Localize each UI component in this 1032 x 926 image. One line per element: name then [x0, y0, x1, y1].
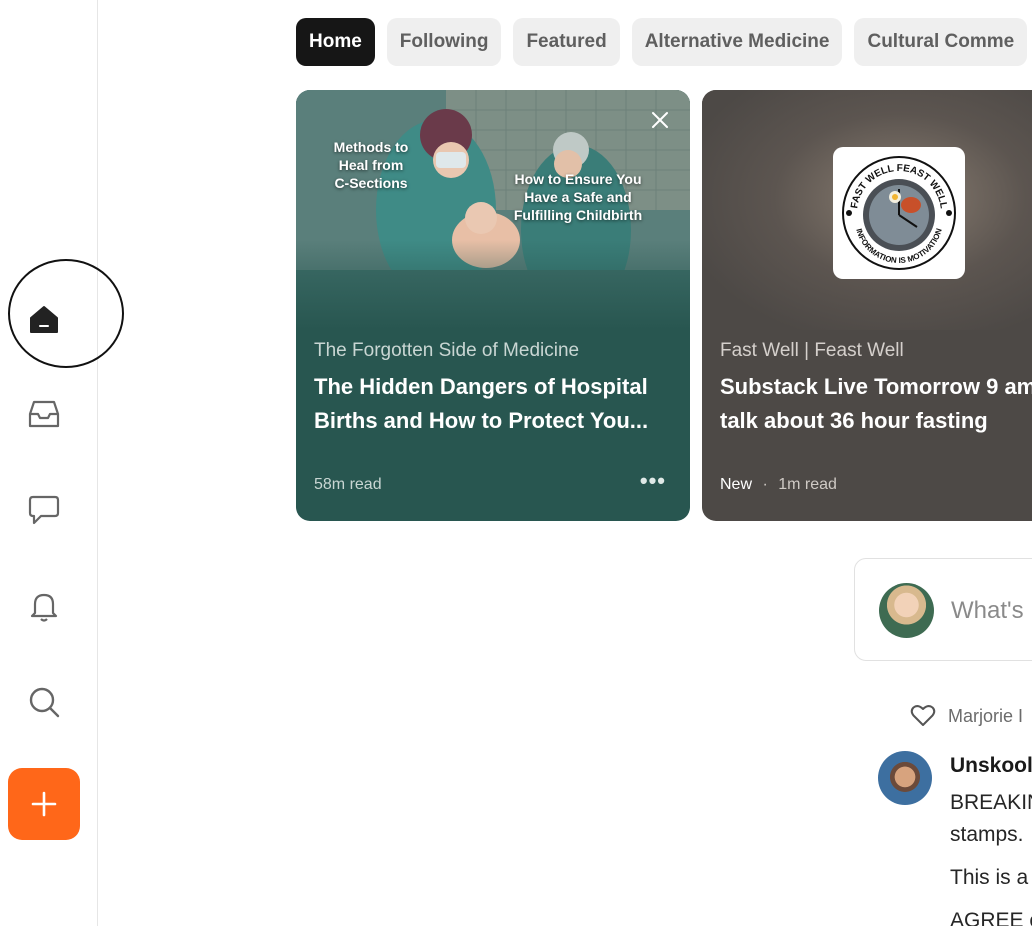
post-card[interactable]: Methods to Heal from C-Sections How to E… [296, 90, 690, 521]
post-cover-image: Methods to Heal from C-Sections How to E… [296, 90, 690, 330]
cover-caption-right: How to Ensure You Have a Safe and Fulfil… [513, 171, 643, 223]
publication-name: Fast Well | Feast Well [720, 340, 904, 361]
read-time: 58m read [314, 476, 382, 493]
cover-caption-left: Methods to Heal from C-Sections [333, 139, 409, 191]
post-text-line: stamps. [950, 823, 1024, 846]
read-time: 1m read [778, 476, 837, 493]
ellipsis-icon[interactable]: ••• [640, 470, 666, 492]
publication-logo: FAST WELL FEAST WELL INFORMATION IS MOTI… [833, 147, 965, 279]
post-text-line: BREAKIN [950, 791, 1032, 814]
search-icon[interactable] [24, 682, 64, 722]
post-text-line: This is a [950, 866, 1029, 889]
liked-by-row: Marjorie I [910, 704, 1023, 728]
tab-home[interactable]: Home [296, 18, 375, 66]
meta-separator: · [762, 476, 768, 493]
post-card[interactable]: FAST WELL FEAST WELL INFORMATION IS MOTI… [702, 90, 1032, 521]
home-icon[interactable] [24, 299, 64, 339]
publication-name: The Forgotten Side of Medicine [314, 340, 580, 361]
post-cover-image: FAST WELL FEAST WELL INFORMATION IS MOTI… [702, 90, 1032, 330]
close-icon[interactable] [648, 108, 672, 132]
create-button[interactable] [8, 768, 80, 840]
post-title: Substack Live Tomorrow 9 am talk about 3… [720, 374, 1032, 433]
tab-featured[interactable]: Featured [513, 18, 620, 66]
category-tabs: Home Following Featured Alternative Medi… [296, 18, 1028, 66]
liked-by-name[interactable]: Marjorie I [948, 706, 1023, 727]
tab-cultural-commentary[interactable]: Cultural Comme [854, 18, 1028, 66]
plus-icon [31, 791, 57, 817]
heart-icon[interactable] [910, 704, 936, 728]
inbox-icon[interactable] [24, 394, 64, 434]
post-meta: New · 1m read [720, 476, 837, 494]
bell-icon[interactable] [24, 586, 64, 626]
note-composer[interactable]: What's [854, 558, 1032, 661]
sidebar [0, 0, 124, 926]
new-badge: New [720, 476, 753, 493]
chat-icon[interactable] [24, 490, 64, 530]
avatar[interactable] [878, 751, 932, 805]
post-author[interactable]: Unskool [950, 754, 1032, 778]
tab-alternative-medicine[interactable]: Alternative Medicine [631, 18, 843, 66]
avatar [879, 583, 934, 638]
composer-placeholder[interactable]: What's [951, 597, 1024, 625]
post-title: The Hidden Dangers of Hospital Births an… [314, 374, 649, 433]
tab-following[interactable]: Following [386, 18, 502, 66]
post-text-line: AGREE c [950, 909, 1032, 926]
